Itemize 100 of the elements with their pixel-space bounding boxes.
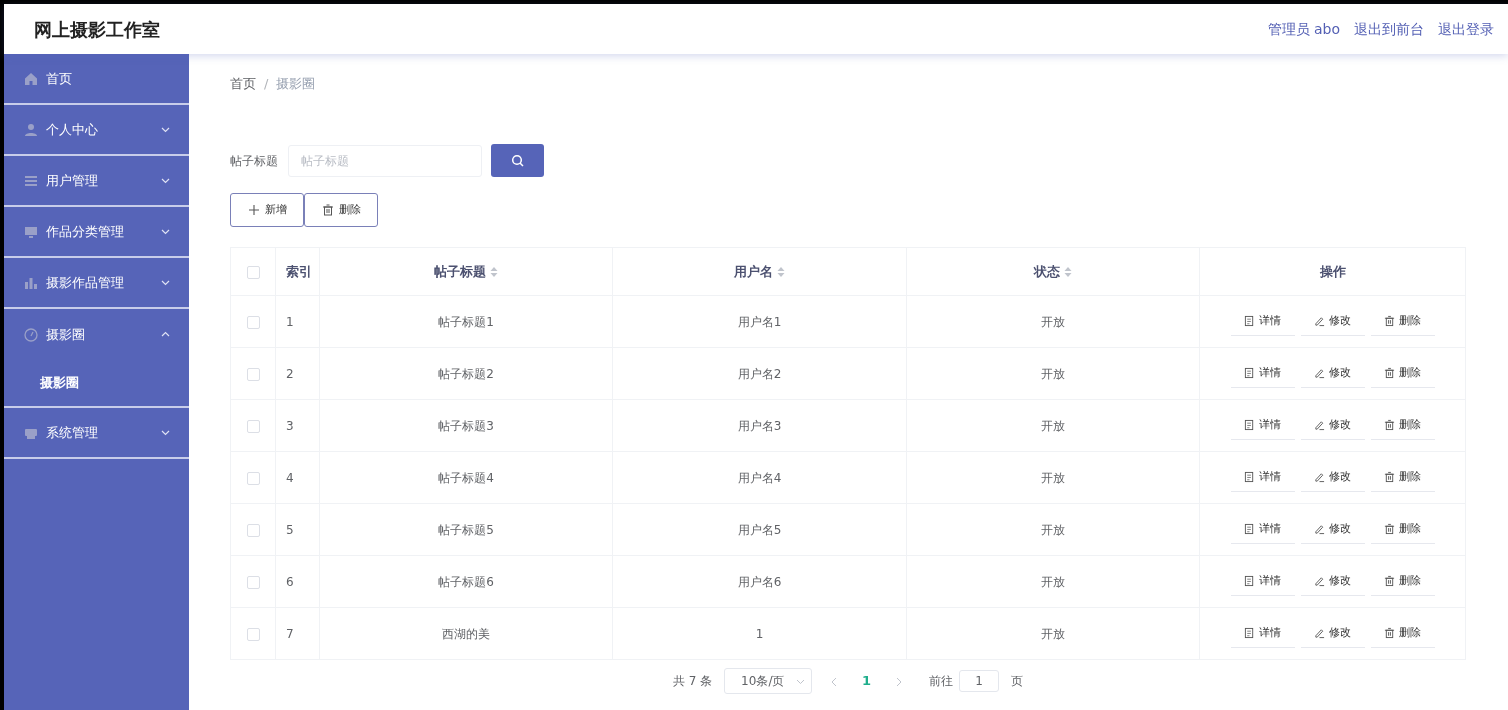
breadcrumb-current: 摄影圈 <box>276 76 316 91</box>
document-icon <box>1244 367 1255 379</box>
sidebar-item[interactable]: 系统管理 <box>4 408 189 459</box>
sidebar-item[interactable]: 摄影圈 <box>4 309 189 360</box>
table-cell: 7 <box>286 626 294 641</box>
pencil-icon <box>1314 315 1325 327</box>
trash-icon <box>321 204 334 216</box>
page-suffix: 页 <box>1011 673 1024 690</box>
sort-icon <box>490 266 499 279</box>
document-icon <box>1244 471 1255 483</box>
sort-icon <box>777 266 785 279</box>
table-cell: 开放 <box>1040 626 1065 641</box>
table-cell: 西湖的美 <box>442 626 491 641</box>
table-cell: 5 <box>286 522 294 537</box>
sidebar-item[interactable]: 首页 <box>4 54 189 105</box>
column-header[interactable]: 用户名 <box>734 263 773 279</box>
pencil-icon <box>1314 523 1325 535</box>
column-header[interactable]: 状态 <box>1033 263 1060 279</box>
column-header[interactable]: 操作 <box>1319 263 1346 279</box>
search-button[interactable] <box>491 144 544 177</box>
trash-icon <box>1384 419 1395 431</box>
sidebar-item[interactable]: 作品分类管理 <box>4 207 189 258</box>
trash-icon <box>1384 315 1395 327</box>
bar-chart-icon <box>24 275 38 290</box>
header-link[interactable]: 退出登录 <box>1438 18 1494 40</box>
table-cell: 帖子标题5 <box>438 522 494 537</box>
plus-icon <box>247 204 260 216</box>
table-cell: 帖子标题4 <box>438 470 494 485</box>
table-cell: 用户名6 <box>737 574 782 589</box>
table-cell: 帖子标题6 <box>438 574 494 589</box>
table-cell: 2 <box>286 366 294 381</box>
add-button[interactable]: 新增 <box>230 193 304 227</box>
chevron-left-icon <box>830 676 839 687</box>
row-checkbox[interactable] <box>246 315 260 329</box>
home-icon <box>24 71 38 86</box>
table-cell: 1 <box>286 314 294 329</box>
row-checkbox[interactable] <box>246 627 260 641</box>
sort-icon <box>1063 266 1072 279</box>
trash-icon <box>1384 471 1395 483</box>
column-header[interactable]: 索引 <box>286 263 312 279</box>
pencil-icon <box>1314 575 1325 587</box>
total-count: 共 7 条 <box>672 673 713 690</box>
table-cell: 用户名1 <box>737 314 782 329</box>
table-cell: 开放 <box>1040 522 1065 537</box>
table-cell: 开放 <box>1040 314 1065 329</box>
row-checkbox[interactable] <box>246 419 260 433</box>
list-icon <box>24 173 38 188</box>
table-cell: 帖子标题3 <box>438 418 494 433</box>
breadcrumb-separator: / <box>264 76 269 91</box>
column-header[interactable]: 帖子标题 <box>434 263 487 279</box>
pencil-icon <box>1314 627 1325 639</box>
table-cell: 用户名5 <box>737 522 782 537</box>
row-checkbox[interactable] <box>246 575 260 589</box>
table-cell: 开放 <box>1040 418 1065 433</box>
document-icon <box>1244 523 1255 535</box>
delete-button[interactable]: 删除 <box>304 193 378 227</box>
table-cell: 开放 <box>1040 366 1065 381</box>
breadcrumb-link[interactable]: 首页 <box>230 76 256 91</box>
pencil-icon <box>1314 419 1325 431</box>
goto-label: 前往 <box>929 673 954 690</box>
search-field[interactable]: 帖子标题 <box>288 144 482 177</box>
app-title: 网上摄影工作室 <box>34 17 160 42</box>
table-cell: 帖子标题2 <box>438 366 494 381</box>
table-cell: 帖子标题1 <box>438 314 494 329</box>
table-cell: 用户名4 <box>737 470 782 485</box>
sidebar-item[interactable]: 摄影作品管理 <box>4 258 189 309</box>
document-icon <box>1244 627 1255 639</box>
pencil-icon <box>1314 367 1325 379</box>
table-cell: 3 <box>286 418 294 433</box>
trash-icon <box>1384 523 1395 535</box>
table-cell: 4 <box>286 470 294 485</box>
sidebar-item[interactable]: 用户管理 <box>4 156 189 207</box>
table-cell: 用户名2 <box>737 366 782 381</box>
pencil-icon <box>1314 471 1325 483</box>
page-input[interactable]: 1 <box>959 670 1000 692</box>
chevron-right-icon <box>895 676 904 687</box>
document-icon <box>1244 315 1255 327</box>
page-size-select[interactable]: 10条/页 <box>724 668 813 694</box>
trash-icon <box>1384 627 1395 639</box>
table-cell: 开放 <box>1040 574 1065 589</box>
select-all-checkbox[interactable] <box>246 265 260 279</box>
document-icon <box>1244 419 1255 431</box>
header-link[interactable]: 退出到前台 <box>1354 18 1424 40</box>
search-icon <box>511 154 524 167</box>
table-cell: 用户名3 <box>737 418 782 433</box>
gauge-icon <box>24 327 38 342</box>
row-checkbox[interactable] <box>246 471 260 485</box>
person-icon <box>24 122 38 137</box>
header-link[interactable]: 管理员 abo <box>1267 18 1340 40</box>
row-checkbox[interactable] <box>246 523 260 537</box>
search-label: 帖子标题 <box>230 152 278 170</box>
monitor-icon <box>24 224 38 239</box>
sidebar-subitem[interactable]: 摄影圈 <box>4 360 189 406</box>
trash-icon <box>1384 367 1395 379</box>
table-cell: 1 <box>755 626 764 641</box>
document-icon <box>1244 575 1255 587</box>
sidebar-item[interactable]: 个人中心 <box>4 105 189 156</box>
table-cell: 6 <box>286 574 294 589</box>
trash-icon <box>1384 575 1395 587</box>
row-checkbox[interactable] <box>246 367 260 381</box>
